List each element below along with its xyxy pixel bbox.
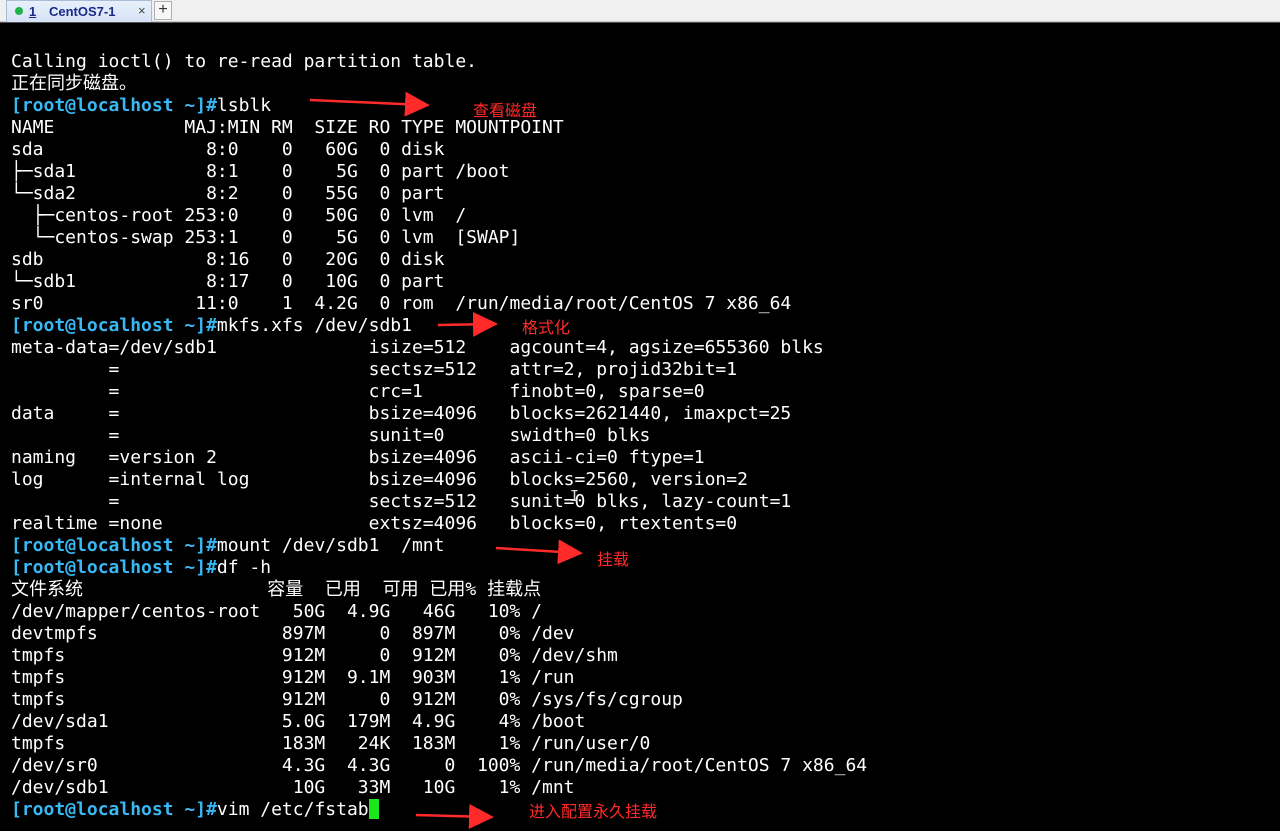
- terminal-screen[interactable]: Calling ioctl() to re-read partition tab…: [0, 23, 1280, 831]
- command-line: [root@localhost ~]#mkfs.xfs /dev/sdb1: [11, 315, 412, 337]
- annotation-format: 格式化: [522, 318, 571, 337]
- shell-prompt: [root@localhost ~]#: [11, 95, 217, 116]
- output-line: sda 8:0 0 60G 0 disk: [11, 139, 445, 160]
- output-line: tmpfs 183M 24K 183M 1% /run/user/0: [11, 733, 651, 754]
- shell-prompt: [root@localhost ~]#: [11, 535, 217, 556]
- output-line: data = bsize=4096 blocks=2621440, imaxpc…: [11, 403, 792, 424]
- output-line: meta-data=/dev/sdb1 isize=512 agcount=4,…: [11, 337, 824, 358]
- output-line: Calling ioctl() to re-read partition tab…: [11, 51, 477, 72]
- shell-prompt: [root@localhost ~]#: [11, 799, 217, 820]
- output-line: tmpfs 912M 0 912M 0% /sys/fs/cgroup: [11, 689, 683, 710]
- output-line: sr0 11:0 1 4.2G 0 rom /run/media/root/Ce…: [11, 293, 792, 314]
- output-line: = sunit=0 swidth=0 blks: [11, 425, 651, 446]
- output-line: ├─sda1 8:1 0 5G 0 part /boot: [11, 161, 510, 182]
- output-line: └─centos-swap 253:1 0 5G 0 lvm [SWAP]: [11, 227, 521, 248]
- tab-title: CentOS7-1: [49, 4, 116, 19]
- output-line: sdb 8:16 0 20G 0 disk: [11, 249, 445, 270]
- connected-status-icon: [15, 7, 23, 15]
- close-tab-icon[interactable]: ×: [138, 3, 146, 18]
- command-text: mount /dev/sdb1 /mnt: [216, 535, 445, 556]
- output-line: /dev/mapper/centos-root 50G 4.9G 46G 10%…: [11, 601, 543, 622]
- output-line: tmpfs 912M 0 912M 0% /dev/shm: [11, 645, 618, 666]
- output-line: /dev/sda1 5.0G 179M 4.9G 4% /boot: [11, 711, 586, 732]
- command-text: df -h: [216, 557, 272, 578]
- command-line: [root@localhost ~]#lsblk: [11, 95, 271, 117]
- output-line: = sectsz=512 sunit=0 blks, lazy-count=1: [11, 491, 792, 512]
- shell-prompt: [root@localhost ~]#: [11, 315, 217, 336]
- tab-centos7-1[interactable]: 1 CentOS7-1 ×: [6, 0, 152, 22]
- command-line: [root@localhost ~]#vim /etc/fstab: [11, 799, 379, 821]
- output-line: ├─centos-root 253:0 0 50G 0 lvm /: [11, 205, 467, 226]
- command-text: vim /etc/fstab: [216, 799, 369, 820]
- output-line: devtmpfs 897M 0 897M 0% /dev: [11, 623, 575, 644]
- output-line: /dev/sr0 4.3G 4.3G 0 100% /run/media/roo…: [11, 755, 868, 776]
- output-line: └─sda2 8:2 0 55G 0 part: [11, 183, 445, 204]
- annotation-view-disk: 查看磁盘: [473, 101, 538, 120]
- output-line: = crc=1 finobt=0, sparse=0: [11, 381, 705, 402]
- output-line: realtime =none extsz=4096 blocks=0, rtex…: [11, 513, 738, 534]
- command-text: mkfs.xfs /dev/sdb1: [216, 315, 412, 336]
- command-text: lsblk: [216, 95, 272, 116]
- mouse-ibeam-icon: I: [570, 487, 580, 505]
- command-line: [root@localhost ~]#mount /dev/sdb1 /mnt: [11, 535, 444, 557]
- command-line: [root@localhost ~]#df -h: [11, 557, 271, 579]
- annotation-permanent-mount: 进入配置永久挂载: [529, 802, 658, 821]
- tab-bar: 1 CentOS7-1 × +: [0, 0, 1280, 22]
- shell-prompt: [root@localhost ~]#: [11, 557, 217, 578]
- output-line: 正在同步磁盘。: [11, 73, 137, 94]
- output-line: = sectsz=512 attr=2, projid32bit=1: [11, 359, 738, 380]
- add-tab-button[interactable]: +: [154, 1, 172, 20]
- output-line: 文件系统 容量 已用 可用 已用% 挂载点: [11, 579, 542, 600]
- output-line: tmpfs 912M 9.1M 903M 1% /run: [11, 667, 575, 688]
- output-line: naming =version 2 bsize=4096 ascii-ci=0 …: [11, 447, 705, 468]
- output-line: /dev/sdb1 10G 33M 10G 1% /mnt: [11, 777, 575, 798]
- annotation-mount: 挂载: [597, 550, 630, 569]
- output-line: └─sdb1 8:17 0 10G 0 part: [11, 271, 445, 292]
- output-line: log =internal log bsize=4096 blocks=2560…: [11, 469, 748, 490]
- terminal-cursor: [368, 799, 379, 819]
- tab-number: 1: [29, 4, 37, 19]
